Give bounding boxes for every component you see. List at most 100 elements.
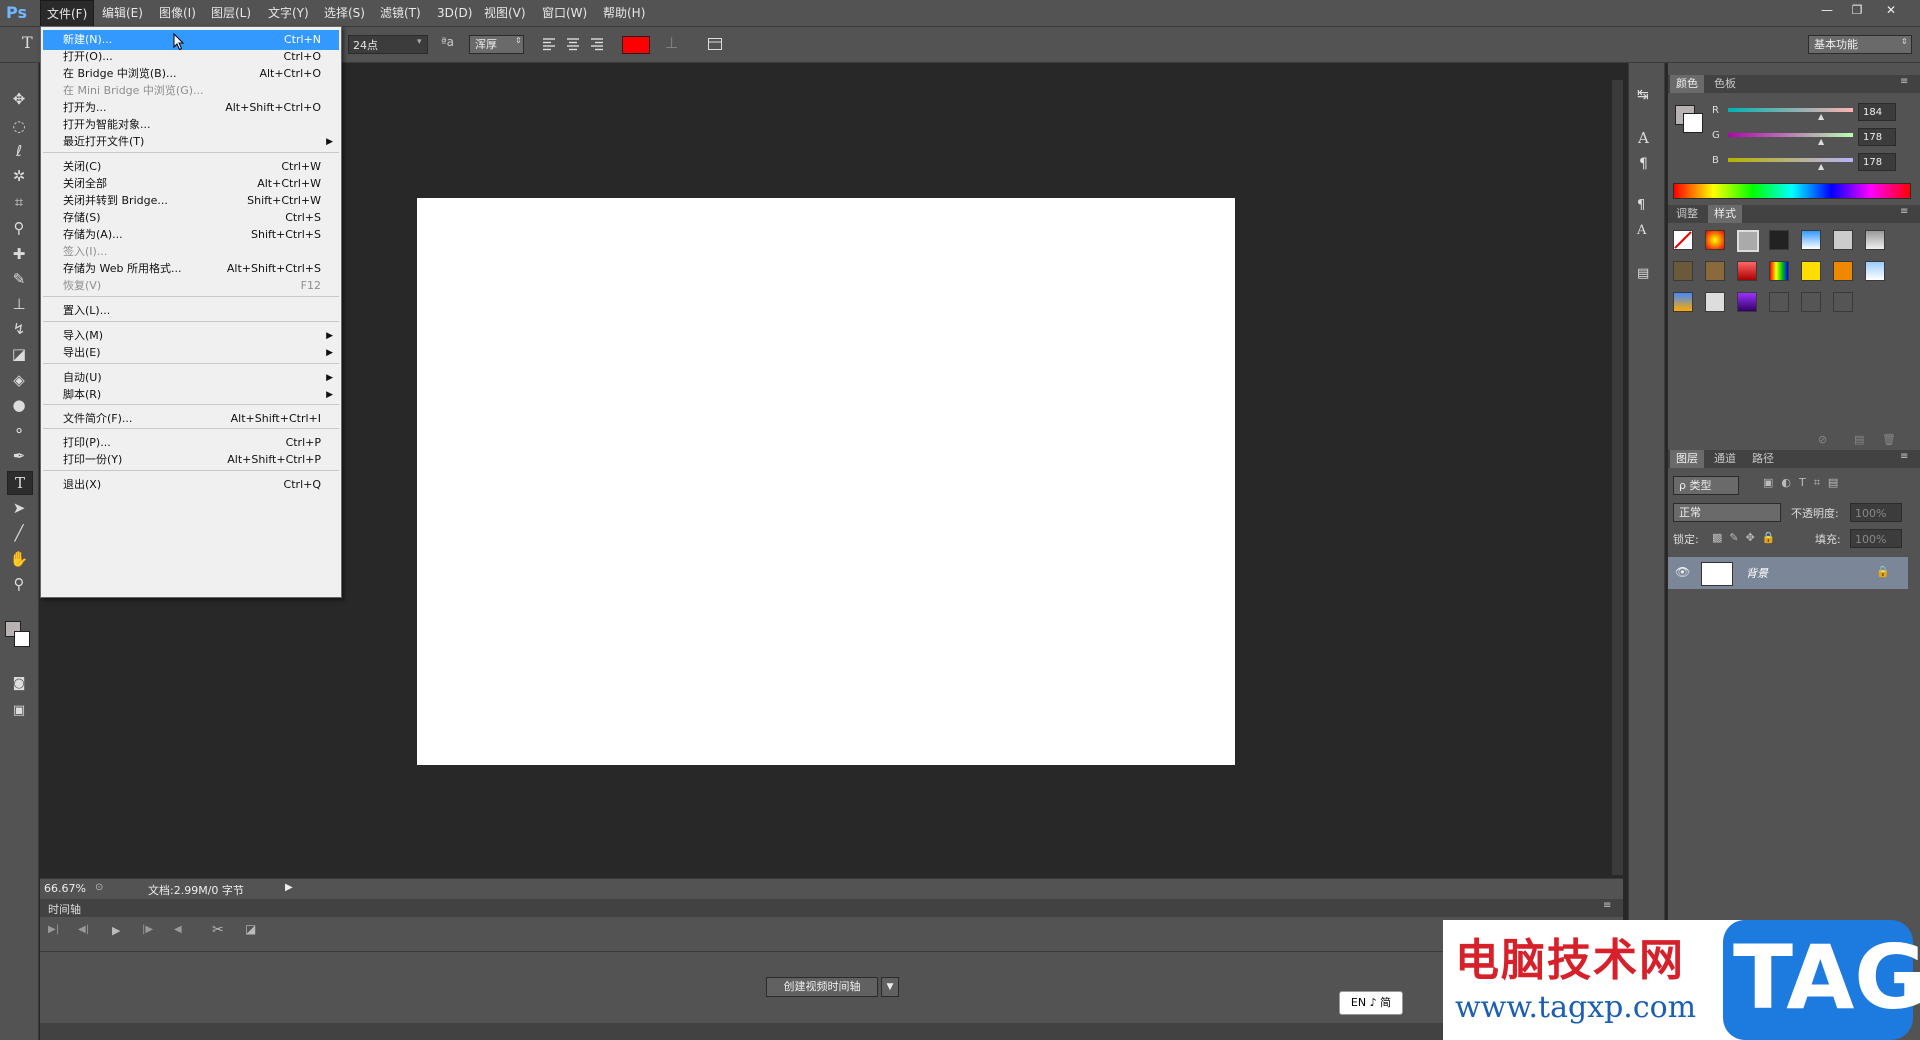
text-color-swatch[interactable] [622,36,650,54]
style-swatch[interactable] [1801,292,1821,312]
dodge-tool-icon[interactable]: ⚬ [7,420,31,442]
file-menu-item[interactable]: 文件简介(F)... Alt+Shift+Ctrl+I [43,409,339,429]
clone-stamp-tool-icon[interactable]: ⊥ [7,293,31,315]
channel-b-slider[interactable] [1728,158,1853,162]
background-color-swatch[interactable] [14,631,30,647]
style-swatch[interactable] [1801,230,1821,250]
trash-icon[interactable]: 🗑 [1882,433,1896,446]
channel-r-slider[interactable] [1728,108,1853,112]
layer-name[interactable]: 背景 [1746,565,1768,581]
tab-styles[interactable]: 样式 [1708,205,1742,223]
panel-menu-icon[interactable]: ≡ [1900,451,1908,462]
create-video-timeline-button[interactable]: 创建视频时间轴 [766,977,878,997]
history-brush-tool-icon[interactable]: ↯ [7,318,31,340]
audio-icon[interactable]: ◀ [174,924,182,935]
menu-image[interactable]: 图像(I) [153,0,202,26]
blur-tool-icon[interactable]: ● [7,394,31,416]
style-swatch[interactable] [1833,292,1853,312]
marquee-tool-icon[interactable]: ◌ [7,115,31,137]
new-style-icon[interactable]: ▤ [1854,433,1864,446]
font-size-select[interactable]: 24点 [348,35,428,54]
panel-menu-icon[interactable]: ≡ [1603,900,1611,911]
prev-frame-icon[interactable]: ◀| [78,924,89,935]
paragraph-styles-icon[interactable]: ¶ [1637,198,1645,213]
next-frame-icon[interactable]: |▶ [142,924,153,935]
menu-edit[interactable]: 编辑(E) [96,0,149,26]
tab-color[interactable]: 颜色 [1670,75,1704,93]
menu-filter[interactable]: 滤镜(T) [374,0,427,26]
type-tool-preset-icon[interactable]: T [22,33,33,52]
slider-thumb-icon[interactable]: ▲ [1818,112,1824,121]
menu-view[interactable]: 视图(V) [478,0,532,26]
tab-paths[interactable]: 路径 [1746,450,1780,468]
character-styles-icon[interactable]: A [1637,223,1646,238]
style-swatch[interactable] [1865,230,1885,250]
blend-mode-select[interactable]: 正常 [1673,503,1781,522]
zoom-level[interactable]: 66.67% [44,882,86,895]
style-swatch[interactable] [1673,261,1693,281]
style-swatch[interactable] [1737,292,1757,312]
style-swatch[interactable] [1769,261,1789,281]
eraser-tool-icon[interactable]: ◪ [7,343,31,365]
layer-filter-select[interactable]: ρ 类型 [1673,476,1739,495]
panel-menu-icon[interactable]: ≡ [1900,206,1908,217]
tab-swatches[interactable]: 色板 [1708,75,1742,93]
menu-layer[interactable]: 图层(L) [205,0,257,26]
status-menu-arrow-icon[interactable]: ▶ [285,882,293,893]
channel-g-slider[interactable] [1728,133,1853,137]
menu-window[interactable]: 窗口(W) [536,0,593,26]
character-icon[interactable]: A [1638,129,1649,147]
menu-select[interactable]: 选择(S) [318,0,371,26]
lock-icons[interactable]: ▩✎✥🔒 [1712,531,1783,544]
style-none-swatch[interactable] [1673,230,1693,250]
tool-presets-icon[interactable]: ▤ [1637,266,1649,281]
character-panel-button[interactable] [706,35,724,53]
document-canvas[interactable] [417,198,1235,765]
style-swatch[interactable] [1737,261,1757,281]
style-swatch[interactable] [1801,261,1821,281]
restore-button[interactable]: ❐ [1846,1,1868,19]
file-menu-item[interactable]: 脚本(R) ▶ [43,385,339,405]
color-spectrum-ramp[interactable] [1673,183,1911,199]
style-swatch[interactable] [1737,230,1759,252]
align-left-button[interactable] [540,35,558,53]
file-menu-item[interactable]: 最近打开文件(T) ▶ [43,132,339,152]
path-selection-tool-icon[interactable]: ➤ [7,497,31,519]
close-button[interactable]: ✕ [1880,1,1902,19]
eyedropper-tool-icon[interactable]: ⚲ [7,217,31,239]
panel-menu-icon[interactable]: ≡ [1900,76,1908,87]
magic-wand-tool-icon[interactable]: ✲ [7,165,31,187]
chevron-down-icon[interactable]: ▼ [881,977,899,997]
menu-type[interactable]: 文字(Y) [262,0,315,26]
scissors-icon[interactable]: ✂ [212,922,224,938]
zoom-tool-icon[interactable]: ⚲ [7,573,31,595]
style-swatch[interactable] [1833,230,1853,250]
clear-style-icon[interactable]: ⊘ [1818,433,1827,446]
play-icon[interactable]: ▶ [112,924,120,937]
transition-icon[interactable]: ◪ [245,922,256,936]
style-swatch[interactable] [1865,261,1885,281]
slider-thumb-icon[interactable]: ▲ [1818,137,1824,146]
channel-g-value[interactable]: 178 [1858,128,1896,146]
minimize-button[interactable]: — [1816,1,1838,19]
history-icon[interactable]: ↹ [1637,87,1649,103]
layer-row-background[interactable]: 👁 背景 🔒 [1668,557,1908,589]
style-swatch[interactable] [1769,230,1789,250]
style-swatch[interactable] [1705,230,1725,250]
filter-icons[interactable]: ▣◐T⌗▤ [1763,476,1846,490]
background-color-swatch[interactable] [1683,113,1703,133]
align-center-button[interactable] [564,35,582,53]
style-swatch[interactable] [1705,261,1725,281]
ime-indicator[interactable]: EN ♪ 简 [1339,991,1403,1015]
style-swatch[interactable] [1705,292,1725,312]
slider-thumb-icon[interactable]: ▲ [1818,162,1824,171]
file-menu-item[interactable]: 置入(L)... [43,301,339,321]
pen-tool-icon[interactable]: ✒ [7,445,31,467]
file-menu-item[interactable]: 打印一份(Y) Alt+Shift+Ctrl+P [43,450,339,470]
paint-bucket-tool-icon[interactable]: ◈ [7,369,31,391]
tab-layers[interactable]: 图层 [1670,450,1704,468]
healing-brush-tool-icon[interactable]: ✚ [7,243,31,265]
workspace-select[interactable]: 基本功能 [1808,35,1912,54]
file-menu-item[interactable]: 导出(E) ▶ [43,343,339,363]
style-swatch[interactable] [1769,292,1789,312]
